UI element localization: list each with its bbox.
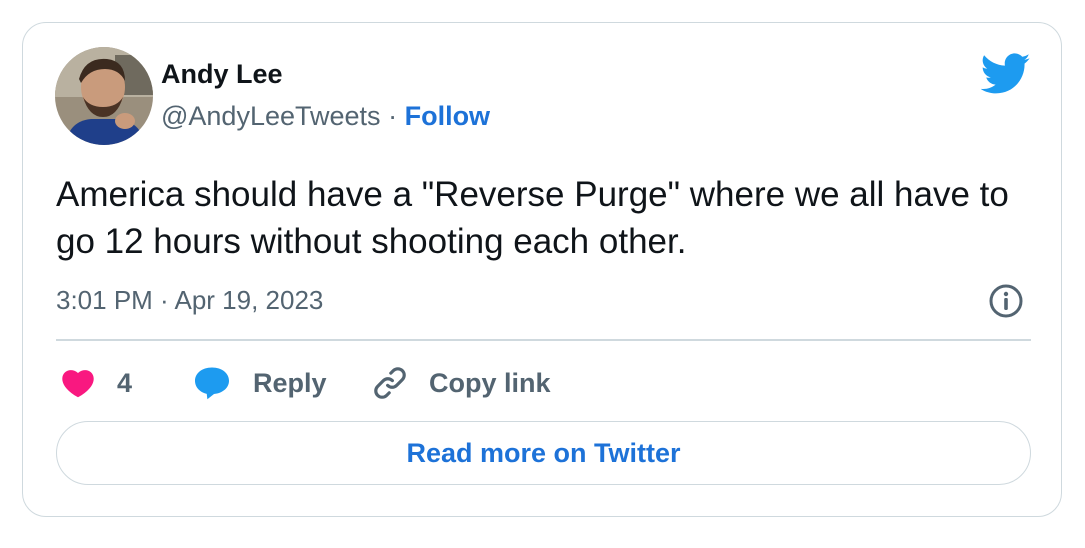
reply-button[interactable]: Reply [193,361,327,405]
copy-link-label: Copy link [429,367,551,398]
link-icon [374,367,406,399]
divider [56,339,1031,341]
handle-separator: · [388,101,398,131]
author-handle[interactable]: @AndyLeeTweets [161,101,381,131]
like-count: 4 [117,367,133,398]
avatar[interactable] [55,47,153,145]
twitter-bird-icon[interactable] [980,53,1031,95]
follow-link[interactable]: Follow [405,101,490,131]
read-more-button[interactable]: Read more on Twitter [56,421,1031,485]
like-button[interactable]: 4 [61,361,132,405]
heart-icon [62,370,94,398]
copy-link-button[interactable]: Copy link [371,361,551,405]
author-handle-row: @AndyLeeTweets · Follow [161,101,490,132]
tweet-timestamp[interactable]: 3:01 PM · Apr 19, 2023 [56,285,323,316]
profile-photo [55,47,153,145]
info-icon[interactable] [988,283,1024,319]
speech-bubble-icon [195,367,229,400]
tweet-card: Andy Lee @AndyLeeTweets · Follow America… [22,22,1062,517]
tweet-text: America should have a "Reverse Purge" wh… [56,175,1009,261]
reply-label: Reply [253,367,327,398]
author-display-name[interactable]: Andy Lee [161,59,283,90]
